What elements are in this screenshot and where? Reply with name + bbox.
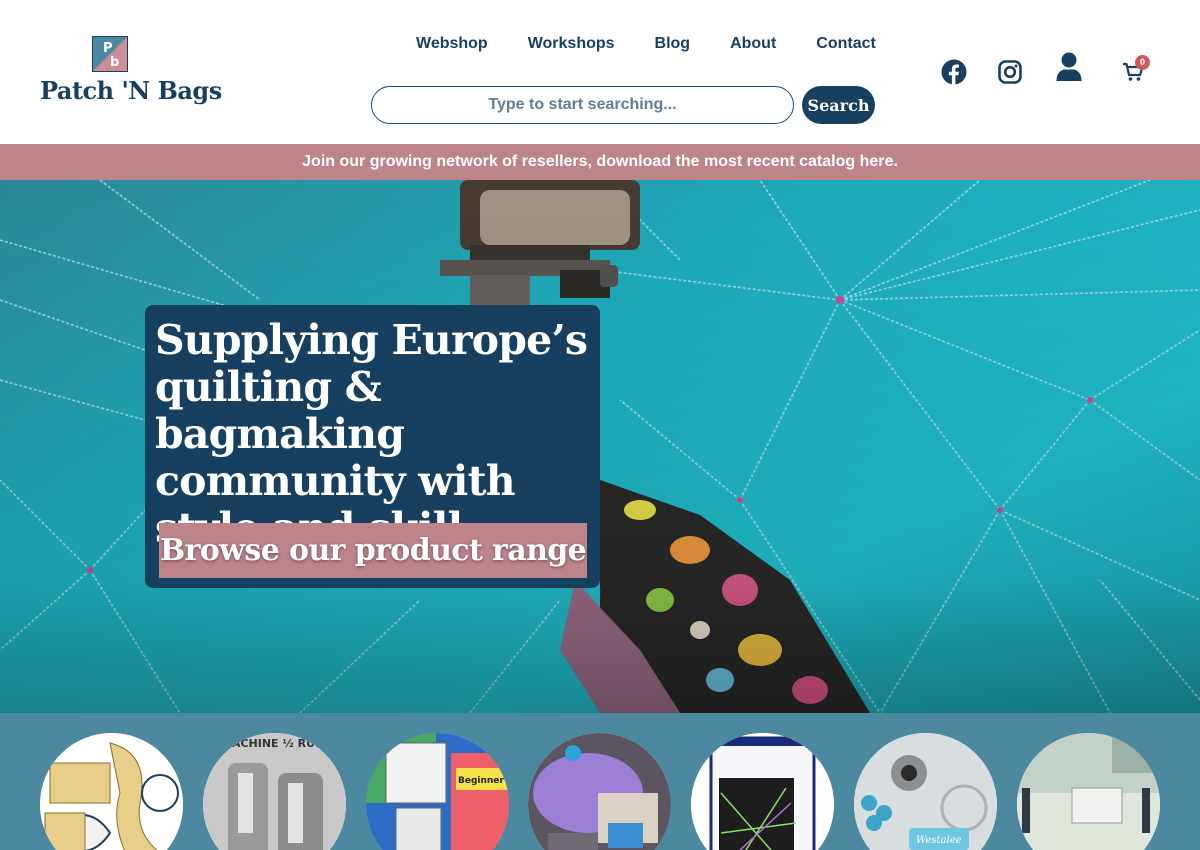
instagram-icon[interactable] [996, 58, 1024, 86]
nav-about[interactable]: About [710, 31, 796, 57]
brand-name: Patch 'N Bags [40, 76, 222, 105]
svg-text:Westalee: Westalee [916, 835, 962, 846]
facebook-icon[interactable] [940, 58, 968, 86]
main-nav: Webshop Workshops Blog About Contact [396, 31, 896, 57]
nav-blog[interactable]: Blog [635, 31, 711, 57]
quilting-rulers-image[interactable] [40, 733, 183, 850]
hero-section: Supplying Europe’s quilting & bagmaking … [0, 180, 1200, 713]
hero-card: Supplying Europe’s quilting & bagmaking … [145, 305, 600, 588]
search-input[interactable] [371, 86, 794, 124]
logo-mark-icon: P b [92, 36, 128, 72]
browse-products-button[interactable]: Browse our product range [159, 523, 587, 578]
quilting-pattern-book-image[interactable] [691, 733, 834, 850]
svg-text:b: b [110, 55, 119, 70]
sewing-machine-table-image[interactable] [1017, 733, 1160, 850]
svg-text:MACHINE ½ RULE: MACHINE ½ RULE [221, 737, 330, 750]
machine-half-rulers-image[interactable]: MACHINE ½ RULE [203, 733, 346, 850]
cart-count-badge: 0 [1135, 55, 1150, 70]
nav-webshop[interactable]: Webshop [396, 31, 508, 57]
search-button[interactable]: Search [802, 86, 875, 124]
brand-logo[interactable]: P b Patch 'N Bags [40, 36, 222, 111]
site-header: P b Patch 'N Bags Webshop Workshops Blog… [0, 0, 1200, 144]
nav-workshops[interactable]: Workshops [508, 31, 635, 57]
beginner-templates-image[interactable]: Beginner E [366, 733, 509, 850]
svg-text:P: P [103, 41, 113, 56]
svg-text:Beginner E: Beginner E [458, 776, 509, 786]
user-icon[interactable] [1054, 52, 1084, 82]
nav-contact[interactable]: Contact [796, 31, 896, 57]
category-strip: MACHINE ½ RULE Beginner E Westalee [0, 713, 1200, 850]
longarm-accessories-image[interactable] [528, 733, 671, 850]
announcement-bar[interactable]: Join our growing network of resellers, d… [0, 144, 1200, 180]
hero-title: Supplying Europe’s quilting & bagmaking … [155, 316, 588, 552]
ruler-foot-kit-image[interactable]: Westalee [854, 733, 997, 850]
